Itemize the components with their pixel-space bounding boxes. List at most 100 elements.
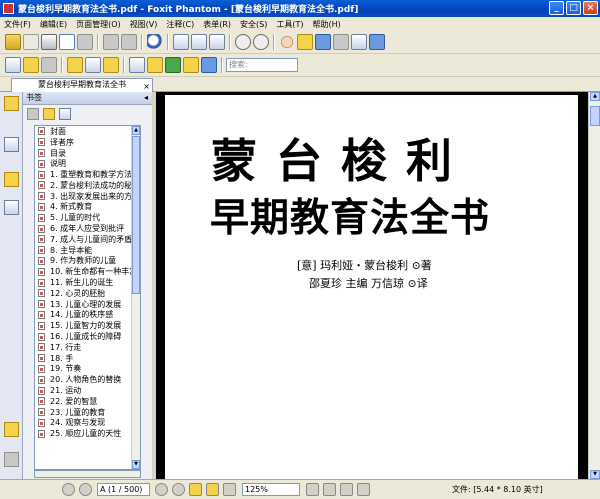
bookmark-item[interactable]: 22. 爱的智慧: [35, 396, 140, 407]
layers-panel-icon[interactable]: [4, 172, 19, 187]
bookmark-item[interactable]: 25. 顺应儿童的天性: [35, 428, 140, 439]
redo-icon[interactable]: [121, 34, 137, 50]
lock-icon[interactable]: [103, 57, 119, 73]
close-button[interactable]: ×: [583, 1, 598, 15]
pages-panel-icon[interactable]: [4, 137, 19, 152]
facing-icon[interactable]: [340, 483, 353, 496]
bookmark-item[interactable]: 12. 心灵的胚胎: [35, 288, 140, 299]
find-icon[interactable]: [147, 34, 163, 50]
undo-icon[interactable]: [103, 34, 119, 50]
continuous-icon[interactable]: [323, 483, 336, 496]
zoom-out-icon[interactable]: [235, 34, 251, 50]
menu-page-organize[interactable]: 页面管理(O): [76, 19, 121, 30]
email-icon[interactable]: [59, 34, 75, 50]
bookmark-item[interactable]: 2. 蒙台梭利法成功的秘诀: [35, 180, 140, 191]
scan-icon[interactable]: [77, 34, 93, 50]
bookmark-item[interactable]: 10. 新生命都有一种丰富: [35, 266, 140, 277]
first-page-button[interactable]: [62, 483, 75, 496]
menu-file[interactable]: 文件(F): [4, 19, 31, 30]
select-text-icon[interactable]: [297, 34, 313, 50]
comments-panel-icon[interactable]: [4, 422, 19, 437]
menu-edit[interactable]: 编辑(E): [40, 19, 67, 30]
menu-help[interactable]: 帮助(H): [313, 19, 341, 30]
zoom-status-icon[interactable]: [223, 483, 236, 496]
fit-page-icon[interactable]: [173, 34, 189, 50]
bookmark-item[interactable]: 11. 新生儿的诞生: [35, 277, 140, 288]
bookmark-item[interactable]: 6. 成年人应受到批评: [35, 223, 140, 234]
bookmarks-scroll-thumb[interactable]: [132, 136, 140, 294]
scroll-down-icon[interactable]: ▼: [590, 470, 600, 479]
viewer-scrollbar[interactable]: ▲ ▼: [588, 92, 600, 479]
dropdown-arrow-icon[interactable]: [41, 57, 57, 73]
viewer-scroll-thumb[interactable]: [590, 106, 600, 126]
bookmark-item[interactable]: 13. 儿童心理的发展: [35, 299, 140, 310]
minimize-button[interactable]: _: [549, 1, 564, 15]
bookmark-item[interactable]: 21. 运动: [35, 385, 140, 396]
typewriter-icon[interactable]: [351, 34, 367, 50]
bookmark-item[interactable]: 15. 儿童智力的发展: [35, 320, 140, 331]
bookmark-item[interactable]: 9. 作为教师的儿童: [35, 256, 140, 267]
document-tab[interactable]: 蒙台梭利早期教育法全书 ×: [11, 78, 153, 92]
menu-comment[interactable]: 注释(C): [166, 19, 194, 30]
menu-secure[interactable]: 安全(S): [240, 19, 267, 30]
new-bookmark-icon[interactable]: [43, 108, 55, 120]
bookmark-item[interactable]: 4. 新式教育: [35, 202, 140, 213]
bookmark-item[interactable]: 17. 行走: [35, 342, 140, 353]
bookmark-item[interactable]: 20. 人物角色的替换: [35, 374, 140, 385]
continuous-facing-icon[interactable]: [357, 483, 370, 496]
bookmark-item[interactable]: 23. 儿童的教育: [35, 407, 140, 418]
scroll-up-icon[interactable]: ▲: [132, 126, 140, 135]
bookmark-item[interactable]: 24. 观察与发现: [35, 418, 140, 429]
text-box-icon[interactable]: [165, 57, 181, 73]
delete-bookmark-icon[interactable]: [27, 108, 39, 120]
bookmark-item[interactable]: 16. 儿童成长的障碍: [35, 331, 140, 342]
form-icon[interactable]: [85, 57, 101, 73]
bookmark-item[interactable]: 19. 节奏: [35, 364, 140, 375]
document-viewer[interactable]: 蒙台梭利 早期教育法全书 [意] 玛利娅・蒙台梭利 ⊙著 邵夏珍 主编 万信琼 …: [156, 92, 600, 479]
save-icon[interactable]: [23, 34, 39, 50]
user-icon[interactable]: [67, 57, 83, 73]
attachments-panel-icon[interactable]: [4, 200, 19, 215]
next-page-button[interactable]: [155, 483, 168, 496]
back-icon[interactable]: [189, 483, 202, 496]
paperclip-icon[interactable]: [4, 452, 19, 467]
bookmark-item[interactable]: 3. 出现家发展出来的方法: [35, 191, 140, 202]
collapse-panel-icon[interactable]: ◂: [144, 92, 148, 104]
menu-view[interactable]: 视图(V): [130, 19, 158, 30]
scroll-up-icon[interactable]: ▲: [590, 92, 600, 101]
bookmark-item[interactable]: 目录: [35, 148, 140, 159]
zoom-in-icon[interactable]: [253, 34, 269, 50]
zoom-level-field[interactable]: 125%: [242, 483, 300, 496]
zoom-tool-icon[interactable]: [333, 34, 349, 50]
search-input[interactable]: 搜索:: [226, 58, 298, 72]
menu-form[interactable]: 表单(R): [203, 19, 231, 30]
maximize-button[interactable]: □: [566, 1, 581, 15]
open-icon[interactable]: [5, 34, 21, 50]
page-indicator[interactable]: A (1 / 500): [97, 483, 150, 496]
note-icon[interactable]: [183, 57, 199, 73]
edit-icon[interactable]: [23, 57, 39, 73]
snapshot-icon[interactable]: [369, 34, 385, 50]
pages-panel-icon[interactable]: [5, 57, 21, 73]
single-page-icon[interactable]: [306, 483, 319, 496]
fit-width-icon[interactable]: [191, 34, 207, 50]
bookmark-item[interactable]: 5. 儿童的时代: [35, 212, 140, 223]
pencil-icon[interactable]: [147, 57, 163, 73]
bookmarks-panel-icon[interactable]: [4, 96, 19, 111]
print-icon[interactable]: [41, 34, 57, 50]
menu-tools[interactable]: 工具(T): [276, 19, 303, 30]
bookmark-item[interactable]: 封面: [35, 126, 140, 137]
last-page-button[interactable]: [172, 483, 185, 496]
bookmark-item[interactable]: 8. 主导本能: [35, 245, 140, 256]
bookmarks-scrollbar[interactable]: ▲ ▼: [131, 126, 140, 469]
expand-bookmark-icon[interactable]: [59, 108, 71, 120]
previous-page-button[interactable]: [79, 483, 92, 496]
hand-tool-icon[interactable]: [279, 34, 295, 50]
bookmark-item[interactable]: 7. 成人与儿童间的矛盾: [35, 234, 140, 245]
bookmark-item[interactable]: 译者序: [35, 137, 140, 148]
bookmark-item[interactable]: 说明: [35, 158, 140, 169]
forward-icon[interactable]: [206, 483, 219, 496]
select-annotation-icon[interactable]: [315, 34, 331, 50]
bookmark-item[interactable]: 1. 重塑教育和教学方法: [35, 169, 140, 180]
arrow-icon[interactable]: [201, 57, 217, 73]
